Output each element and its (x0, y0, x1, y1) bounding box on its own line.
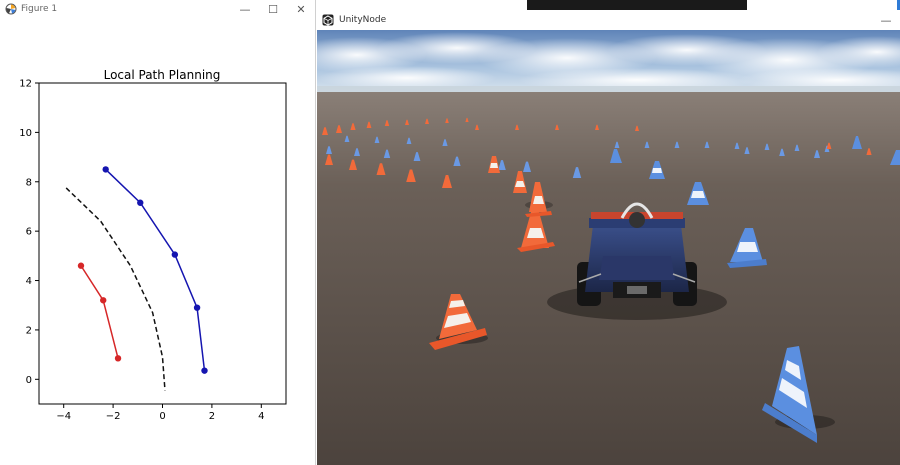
data-point (102, 166, 109, 173)
data-point (201, 367, 208, 374)
path-planning-chart: Local Path Planning −4 −2 0 2 4 0 2 4 6 8 10 12 (19, 68, 287, 422)
x-tick-label: −2 (106, 411, 121, 422)
y-tick-label: 12 (19, 79, 32, 90)
y-tick-label: 4 (26, 276, 32, 287)
y-tick-label: 6 (26, 227, 32, 238)
close-button[interactable]: ✕ (287, 0, 315, 18)
data-point (171, 251, 179, 258)
unity-title: UnityNode (339, 15, 387, 25)
x-tick-label: 2 (209, 411, 215, 422)
unity-window: UnityNode — (317, 0, 900, 465)
data-point (114, 355, 122, 362)
clouds (317, 32, 900, 92)
unity-titlebar: UnityNode — (317, 10, 900, 30)
minimize-button[interactable]: — (231, 0, 259, 18)
data-point (137, 199, 144, 206)
data-point (193, 304, 201, 311)
plot-area (38, 82, 287, 405)
background-window-strip (317, 0, 900, 10)
y-tick-label: 2 (26, 325, 32, 336)
y-tick-label: 8 (26, 177, 32, 188)
y-tick-label: 10 (19, 128, 32, 139)
maximize-button[interactable]: ☐ (259, 0, 287, 18)
chart-title: Local Path Planning (104, 68, 221, 82)
matplotlib-icon (4, 2, 18, 16)
figure-title: Figure 1 (21, 4, 58, 14)
figure-titlebar: Figure 1 — ☐ ✕ (0, 0, 315, 18)
simulation-viewport[interactable] (317, 30, 900, 465)
unity-minimize-button[interactable]: — (872, 11, 900, 29)
data-point (77, 262, 85, 269)
x-tick-label: 0 (159, 411, 165, 422)
data-point (100, 297, 107, 304)
y-tick-label: 0 (26, 375, 32, 386)
figure-window: Figure 1 — ☐ ✕ Local Path Planning −4 −2 0… (0, 0, 316, 465)
x-tick-label: −4 (56, 411, 71, 422)
unity-icon (322, 14, 334, 26)
x-tick-label: 4 (258, 411, 264, 422)
